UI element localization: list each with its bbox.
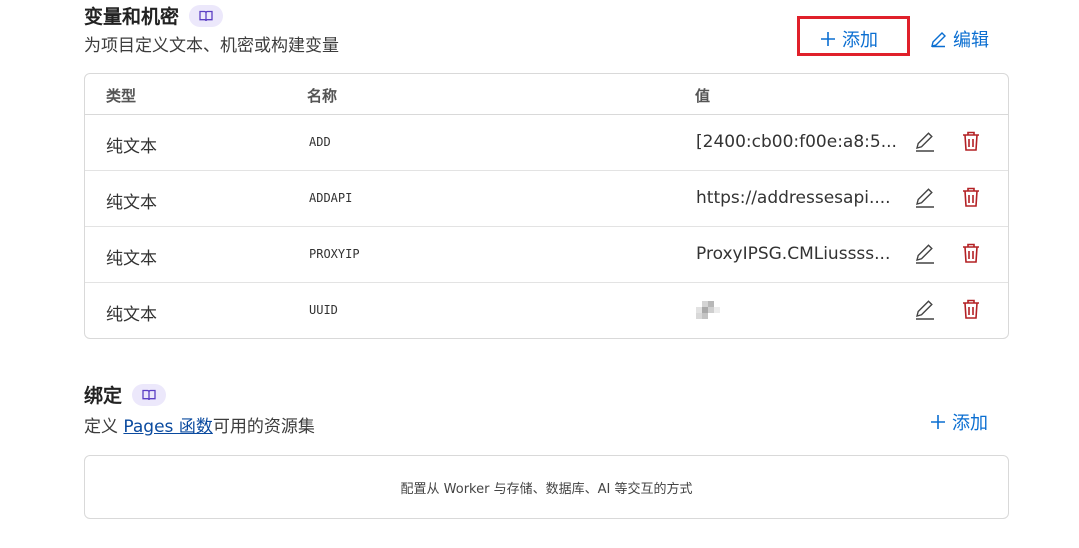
docs-book-icon[interactable] [132, 383, 167, 406]
bindings-subtitle: 定义 Pages 函数可用的资源集 [84, 412, 315, 437]
row-type: 纯文本 [106, 305, 157, 325]
table-row: 纯文本 ADDAPI https://addressesapi.... [85, 171, 1008, 227]
bindings-subtitle-prefix: 定义 [84, 417, 124, 437]
pencil-icon [931, 31, 946, 47]
bindings-empty-state: 配置从 Worker 与存储、数据库、AI 等交互的方式 [84, 455, 1009, 519]
column-header-type: 类型 [106, 87, 137, 105]
row-type: 纯文本 [106, 193, 157, 213]
variables-subtitle: 为项目定义文本、机密或构建变量 [84, 36, 339, 56]
add-binding-label: 添加 [952, 413, 988, 434]
edit-icon[interactable] [914, 187, 936, 213]
bindings-subtitle-suffix: 可用的资源集 [212, 417, 315, 437]
plus-icon [931, 415, 945, 429]
row-value: [2400:cb00:f00e:a8:5... [696, 132, 897, 152]
redacted-value [696, 301, 720, 319]
table-row: 纯文本 UUID [85, 283, 1008, 338]
table-row: 纯文本 ADD [2400:cb00:f00e:a8:5... [85, 115, 1008, 171]
add-binding-button[interactable]: 添加 [930, 409, 988, 435]
bindings-title: 绑定 [84, 385, 123, 407]
row-type: 纯文本 [106, 249, 157, 269]
trash-icon[interactable] [961, 186, 981, 212]
variables-table: 类型 名称 值 纯文本 ADD [2400:cb00:f00e:a8:5... … [84, 73, 1009, 339]
column-header-value: 值 [695, 87, 711, 105]
edit-icon[interactable] [914, 243, 936, 269]
row-value: https://addressesapi.... [696, 188, 891, 208]
bindings-empty-text: 配置从 Worker 与存储、数据库、AI 等交互的方式 [400, 481, 693, 497]
row-name: UUID [309, 303, 338, 317]
table-row: 纯文本 PROXYIP ProxyIPSG.CMLiussss... [85, 227, 1008, 283]
table-header: 类型 名称 值 [85, 74, 1008, 115]
edit-variables-label: 编辑 [953, 30, 989, 51]
pages-functions-link[interactable]: Pages 函数 [123, 417, 212, 437]
trash-icon[interactable] [961, 130, 981, 156]
bindings-section-title: 绑定 [84, 381, 167, 408]
variables-section-title: 变量和机密 [84, 2, 224, 29]
edit-icon[interactable] [914, 299, 936, 325]
row-name: PROXYIP [309, 247, 360, 261]
column-header-name: 名称 [307, 87, 338, 105]
docs-book-icon[interactable] [189, 4, 224, 27]
row-value: ProxyIPSG.CMLiussss... [696, 244, 891, 264]
row-name: ADDAPI [309, 191, 353, 205]
trash-icon[interactable] [961, 242, 981, 268]
plus-icon [821, 32, 835, 46]
variables-title: 变量和机密 [84, 6, 180, 28]
add-variable-button[interactable]: 添加 [820, 26, 878, 52]
row-type: 纯文本 [106, 137, 157, 157]
add-variable-label: 添加 [842, 30, 878, 51]
row-name: ADD [309, 135, 331, 149]
trash-icon[interactable] [961, 298, 981, 324]
edit-icon[interactable] [914, 131, 936, 157]
edit-variables-button[interactable]: 编辑 [930, 26, 989, 52]
